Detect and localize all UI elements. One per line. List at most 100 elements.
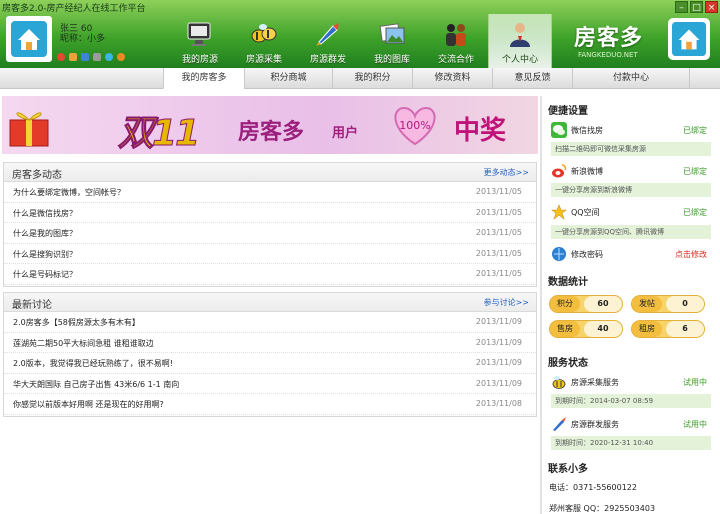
publish-service-item[interactable]: 房源群发服务 试用中 xyxy=(551,416,709,434)
news-more-link[interactable]: 更多动态>> xyxy=(484,167,529,178)
nav-cooperate[interactable]: 交流合作 xyxy=(424,14,488,68)
tab-my-fangkeduo[interactable]: 我的房客多 xyxy=(163,68,244,89)
news-text: 什么是微信找房？ xyxy=(13,208,77,218)
nickname: 昵称：小多 xyxy=(60,34,106,44)
nav-personal-center[interactable]: 个人中心 xyxy=(488,14,552,68)
nav-label: 个人中心 xyxy=(501,55,538,65)
contact-phone: 电话：0371-55600122 xyxy=(549,483,637,492)
discuss-text: 2.0版本，我觉得我已经玩熟练了，很不易啊! xyxy=(13,359,173,368)
change-password-item[interactable]: 修改密码 点击修改 xyxy=(551,246,709,264)
services-title: 服务状态 xyxy=(548,358,588,369)
tab-edit-profile[interactable]: 修改资料 xyxy=(412,68,492,89)
contact-qq[interactable]: 郑州客服 QQ：2925503403 xyxy=(549,503,655,514)
tab-points-mall[interactable]: 积分商城 xyxy=(244,68,332,89)
news-text: 什么是我的图库？ xyxy=(13,229,77,238)
tab-feedback[interactable]: 意见反馈 xyxy=(492,68,572,89)
collect-service-expire: 到期时间：2014-03-07 08:59 xyxy=(551,394,711,408)
heart-icon: 100% xyxy=(394,106,436,146)
app-window: 房客多2.0-房产经纪人在线工作平台 – □ × 张三 60 昵称：小多 我的房… xyxy=(0,0,720,514)
grid-icon[interactable] xyxy=(93,53,101,61)
collect-bees-icon xyxy=(251,24,277,43)
window-controls: – □ × xyxy=(675,1,718,13)
coin-icon[interactable] xyxy=(69,53,77,61)
tab-my-points[interactable]: 我的积分 xyxy=(332,68,412,89)
close-button[interactable]: × xyxy=(705,1,718,13)
discuss-row[interactable]: 2.0版本，我觉得我已经玩熟练了，很不易啊! 2013/11/09 xyxy=(4,353,536,374)
avatar[interactable] xyxy=(6,16,52,62)
news-date: 2013/11/05 xyxy=(475,187,522,196)
nav-my-listings[interactable]: 我的房源 xyxy=(168,14,232,68)
nav-collect[interactable]: 房源采集 xyxy=(232,14,296,68)
publish-service-expire: 到期时间：2020-12-31 10:40 xyxy=(551,436,711,450)
wechat-label: 微信找房 xyxy=(571,126,603,135)
password-action[interactable]: 点击修改 xyxy=(675,249,707,260)
status-icons xyxy=(57,53,125,61)
nav-gallery[interactable]: 我的图库 xyxy=(360,14,424,68)
publish-service-status: 试用中 xyxy=(683,420,707,429)
news-row[interactable]: 什么是号码标记？ 2013/11/05 xyxy=(4,264,536,285)
banner-heart-text: 100% xyxy=(399,119,430,132)
stat-points: 积分 60 xyxy=(549,295,623,313)
discuss-date: 2013/11/09 xyxy=(475,317,522,326)
right-sidebar: 便捷设置 微信找房 已绑定 扫描二维码即可微信采集房源 新浪微博 已绑定 一键分… xyxy=(543,96,717,514)
qzone-star-icon xyxy=(551,204,567,220)
stats-title: 数据统计 xyxy=(548,277,588,288)
nav-label: 房源群发 xyxy=(309,55,346,65)
discuss-text: 你感觉以前版本好用啊 还是现在的好用啊? xyxy=(13,400,164,409)
news-row[interactable]: 什么是搜狗识别？ 2013/11/05 xyxy=(4,244,536,264)
minimize-button[interactable]: – xyxy=(675,1,688,13)
stat-value: 0 xyxy=(666,296,704,312)
brand-logo: 房客多 xyxy=(574,26,644,51)
news-date: 2013/11/05 xyxy=(475,228,522,237)
discuss-row[interactable]: 你感觉以前版本好用啊 还是现在的好用啊? 2013/11/08 xyxy=(4,394,536,415)
house-monitor-icon xyxy=(187,22,211,46)
weibo-label: 新浪微博 xyxy=(571,167,603,176)
weibo-bind-item[interactable]: 新浪微博 已绑定 xyxy=(551,163,709,181)
sub-tabs: 我的房客多 积分商城 我的积分 修改资料 意见反馈 付款中心 xyxy=(0,68,720,89)
news-text: 什么是号码标记？ xyxy=(13,270,77,279)
news-row[interactable]: 什么是微信找房？ 2013/11/05 xyxy=(4,203,536,223)
news-title: 房客多动态 xyxy=(12,170,62,181)
qzone-desc: 一键分享房源到QQ空间、腾讯微博 xyxy=(551,225,711,239)
discuss-row[interactable]: 2.0房客多【58假房源太多有木有】 2013/11/09 xyxy=(4,312,536,333)
help-icon[interactable] xyxy=(105,53,113,61)
news-date: 2013/11/05 xyxy=(475,269,522,278)
handshake-icon xyxy=(446,24,466,46)
discuss-row[interactable]: 莲湖苑二期50平大标间急租 谁租谁取边 2013/11/09 xyxy=(4,333,536,353)
stat-value: 6 xyxy=(666,321,704,337)
nav-publish[interactable]: 房源群发 xyxy=(296,14,360,68)
column-divider xyxy=(540,96,542,514)
news-date: 2013/11/05 xyxy=(475,248,522,258)
stat-key: 售房 xyxy=(550,321,580,337)
qzone-bind-item[interactable]: QQ空间 已绑定 xyxy=(551,204,709,222)
promo-banner[interactable]: 双11 房客多 用户 100% 中奖 xyxy=(2,96,538,154)
house-logo-icon xyxy=(671,21,707,57)
collect-service-status: 试用中 xyxy=(683,378,707,387)
header: 房客多2.0-房产经纪人在线工作平台 – □ × 张三 60 昵称：小多 我的房… xyxy=(0,0,720,68)
wechat-bind-item[interactable]: 微信找房 已绑定 xyxy=(551,122,709,140)
banner-prize: 中奖 xyxy=(454,116,507,146)
mail-icon[interactable] xyxy=(81,53,89,61)
publish-service-label: 房源群发服务 xyxy=(571,420,619,429)
discuss-date: 2013/11/09 xyxy=(475,358,522,367)
banner-user: 用户 xyxy=(332,126,359,141)
maximize-button[interactable]: □ xyxy=(690,1,703,13)
weibo-icon xyxy=(552,164,567,178)
discuss-date: 2013/11/09 xyxy=(475,378,522,388)
contact-title: 联系小多 xyxy=(548,464,588,475)
collect-service-item[interactable]: 房源采集服务 试用中 xyxy=(551,374,709,392)
weibo-status: 已绑定 xyxy=(683,167,707,176)
stat-key: 积分 xyxy=(550,296,580,312)
news-row[interactable]: 什么是我的图库？ 2013/11/05 xyxy=(4,223,536,244)
news-header: 房客多动态 更多动态>> xyxy=(4,163,536,182)
discuss-panel: 最新讨论 参与讨论>> 2.0房客多【58假房源太多有木有】 2013/11/09… xyxy=(3,292,537,417)
discuss-more-link[interactable]: 参与讨论>> xyxy=(484,297,529,308)
settings-icon[interactable] xyxy=(117,53,125,61)
tab-payment-center[interactable]: 付款中心 xyxy=(572,68,690,89)
bee-icon xyxy=(552,376,566,389)
heart-icon[interactable] xyxy=(57,53,65,61)
main-nav: 我的房源 房源采集 房源群发 我的图库 交流合作 个人中心 xyxy=(168,14,552,68)
discuss-row[interactable]: 华大天朗国际 自己房子出售 43米6/6 1-1 南向 2013/11/09 xyxy=(4,374,536,394)
news-row[interactable]: 为什么要绑定微博，空间帐号？ 2013/11/05 xyxy=(4,182,536,203)
discuss-title: 最新讨论 xyxy=(12,300,52,311)
